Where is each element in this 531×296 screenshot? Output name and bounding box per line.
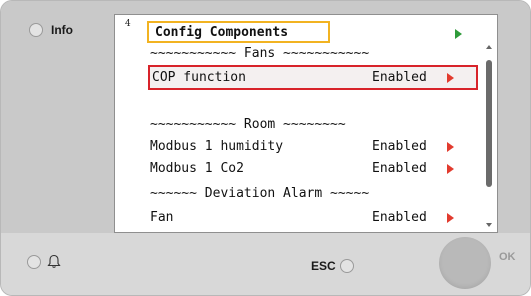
esc-button[interactable]: ESC [311,259,354,273]
scrollbar-thumb[interactable] [486,60,492,187]
info-led-icon [29,23,43,37]
row-arrow-icon [447,213,454,223]
controller-device: Info 4 Config Components ~~~~~~~~~~~ Fan… [0,0,531,296]
list-item-fans-header: ~~~~~~~~~~~ Fans ~~~~~~~~~~~ [150,43,480,65]
row-arrow-icon [447,164,454,174]
row-value: Enabled [372,139,427,154]
list-item-fan[interactable]: Fan Enabled [150,207,480,229]
row-label: Fan [150,210,174,225]
row-value: Enabled [372,210,427,225]
row-label: Modbus 1 Co2 [150,161,244,176]
lcd-screen: 4 Config Components ~~~~~~~~~~~ Fans ~~~… [114,14,498,233]
info-button[interactable]: Info [29,23,73,37]
row-value: Enabled [372,161,427,176]
title-arrow-icon[interactable] [455,29,462,39]
row-label: ~~~~~~ Deviation Alarm ~~~~~ [150,186,370,201]
alarm-button[interactable] [27,254,61,269]
menu-title-highlight: Config Components [147,21,330,43]
info-label: Info [51,23,73,37]
ok-label: OK [499,251,516,263]
scroll-down-icon[interactable] [486,223,492,227]
row-label: Modbus 1 humidity [150,139,284,154]
row-label: ~~~~~~~~~~~ Fans ~~~~~~~~~~~ [150,46,370,61]
ok-knob[interactable] [439,237,491,289]
page-number: 4 [125,19,131,29]
row-arrow-icon [447,142,454,152]
row-arrow-icon [447,73,454,83]
list-item-modbus-co2[interactable]: Modbus 1 Co2 Enabled [150,158,480,180]
list-item-room-header: ~~~~~~~~~~~ Room ~~~~~~~~ [150,114,480,136]
esc-label: ESC [311,259,336,273]
menu-title: Config Components [155,25,289,40]
alarm-led-icon [27,254,41,269]
list-item-modbus-humidity[interactable]: Modbus 1 humidity Enabled [150,136,480,158]
list-item-deviation-alarm-header: ~~~~~~ Deviation Alarm ~~~~~ [150,183,480,205]
menu-list: ~~~~~~~~~~~ Fans ~~~~~~~~~~~ COP functio… [148,43,480,232]
row-label: COP function [152,70,246,85]
row-label: ~~~~~~~~~~~ Room ~~~~~~~~ [150,117,346,132]
scroll-up-icon[interactable] [486,45,492,49]
row-value: Enabled [372,70,427,85]
esc-led-icon [339,259,354,273]
list-item-blank [150,92,480,114]
scrollbar[interactable] [485,45,493,232]
bell-icon [47,254,61,268]
list-item-cop-function[interactable]: COP function Enabled [148,65,478,90]
